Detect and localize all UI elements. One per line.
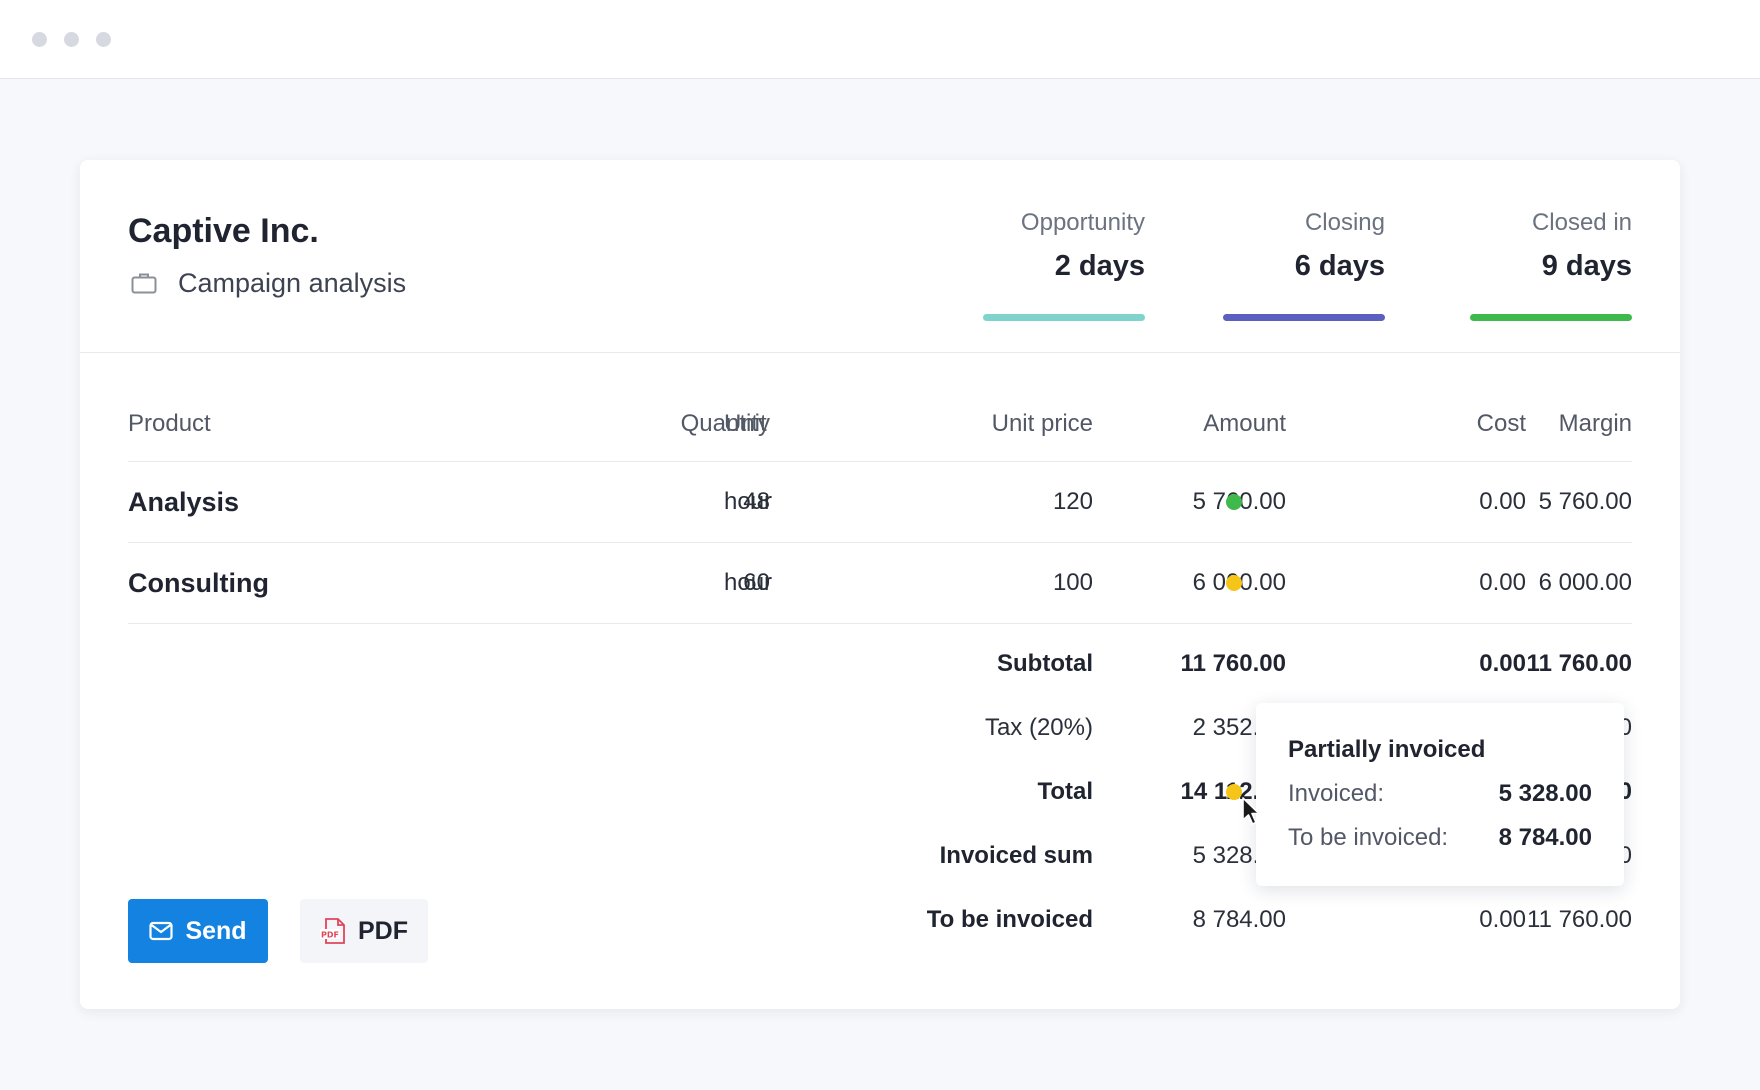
stage-progress-bar: [1470, 314, 1632, 321]
stage-progress-bar: [983, 314, 1145, 321]
amount-cell: 6 000.00: [1192, 569, 1286, 596]
window-titlebar: [0, 0, 1760, 79]
column-header-unit[interactable]: Unit: [724, 406, 767, 442]
window-close-button[interactable]: [32, 32, 47, 47]
company-name: Captive Inc.: [128, 212, 319, 250]
window-maximize-button[interactable]: [96, 32, 111, 47]
invoice-status-dot[interactable]: [1226, 494, 1242, 510]
subtotal-margin: 11 760.00: [1526, 650, 1632, 677]
unit-cell: hour: [724, 488, 773, 515]
unit-price-cell: 100: [1052, 569, 1093, 596]
column-header-margin[interactable]: Margin: [1432, 406, 1632, 442]
unit-price-cell: 120: [1052, 488, 1093, 515]
stage-opportunity: Opportunity 2 days: [983, 208, 1145, 321]
margin-cell: 5 760.00: [1538, 488, 1632, 515]
tooltip-title: Partially invoiced: [1288, 736, 1486, 763]
tooltip-invoiced-label: Invoiced:: [1288, 780, 1385, 807]
stage-closed-in: Closed in 9 days: [1470, 208, 1632, 321]
unit-cell: hour: [724, 569, 773, 596]
to-be-invoiced-label: To be invoiced: [926, 906, 1093, 933]
divider: [128, 461, 1632, 462]
subtotal-amount: 11 760.00: [1180, 650, 1286, 677]
briefcase-icon: [131, 273, 157, 294]
stage-label: Closing: [1304, 209, 1385, 236]
invoice-status-dot[interactable]: [1226, 575, 1242, 591]
tooltip-to-be-invoiced-label: To be invoiced:: [1288, 824, 1449, 851]
deal-card: Captive Inc. Campaign analysis Opportuni…: [80, 160, 1680, 1009]
to-be-invoiced-amount: 8 784.00: [1192, 906, 1286, 933]
project-row: Campaign analysis: [128, 266, 406, 300]
tooltip-to-be-invoiced-value: 8 784.00: [1498, 824, 1592, 851]
tooltip-invoiced-value: 5 328.00: [1498, 780, 1592, 807]
to-be-invoiced-margin: 11 760.00: [1527, 906, 1632, 933]
send-button-label: Send: [185, 916, 247, 945]
total-invoice-status-dot[interactable]: [1226, 784, 1242, 800]
stage-closing: Closing 6 days: [1223, 208, 1385, 321]
stage-progress-bar: [1223, 314, 1385, 321]
tax-label: Tax (20%): [984, 714, 1093, 741]
divider: [128, 542, 1632, 543]
pdf-button-label: PDF: [358, 916, 408, 945]
subtotal-label: Subtotal: [997, 650, 1093, 677]
column-header-product[interactable]: Product: [128, 406, 211, 442]
svg-text:PDF: PDF: [321, 931, 339, 940]
mail-icon: [149, 921, 174, 941]
stage-duration: 2 days: [1054, 250, 1145, 282]
pdf-button[interactable]: PDF PDF: [300, 899, 428, 963]
divider: [128, 623, 1632, 624]
project-name: Campaign analysis: [178, 267, 407, 298]
mouse-cursor-icon: [1242, 797, 1260, 825]
pdf-file-icon: PDF: [320, 918, 345, 944]
stage-duration: 6 days: [1294, 250, 1385, 282]
send-button[interactable]: Send: [128, 899, 268, 963]
column-header-amount[interactable]: Amount: [1086, 406, 1286, 442]
stage-label: Closed in: [1531, 209, 1632, 236]
product-name: Analysis: [128, 487, 240, 517]
invoiced-sum-label: Invoiced sum: [939, 842, 1093, 869]
amount-cell: 5 760.00: [1192, 488, 1286, 515]
margin-cell: 6 000.00: [1538, 569, 1632, 596]
stage-duration: 9 days: [1541, 250, 1632, 282]
stage-label: Opportunity: [1020, 209, 1145, 236]
window-minimize-button[interactable]: [64, 32, 79, 47]
deal-header: Captive Inc. Campaign analysis Opportuni…: [80, 160, 1680, 353]
column-header-unit-price[interactable]: Unit price: [893, 406, 1093, 442]
total-label: Total: [1037, 778, 1093, 805]
product-name: Consulting: [128, 568, 269, 598]
invoice-status-tooltip: Partially invoiced Invoiced: 5 328.00 To…: [1256, 703, 1624, 886]
